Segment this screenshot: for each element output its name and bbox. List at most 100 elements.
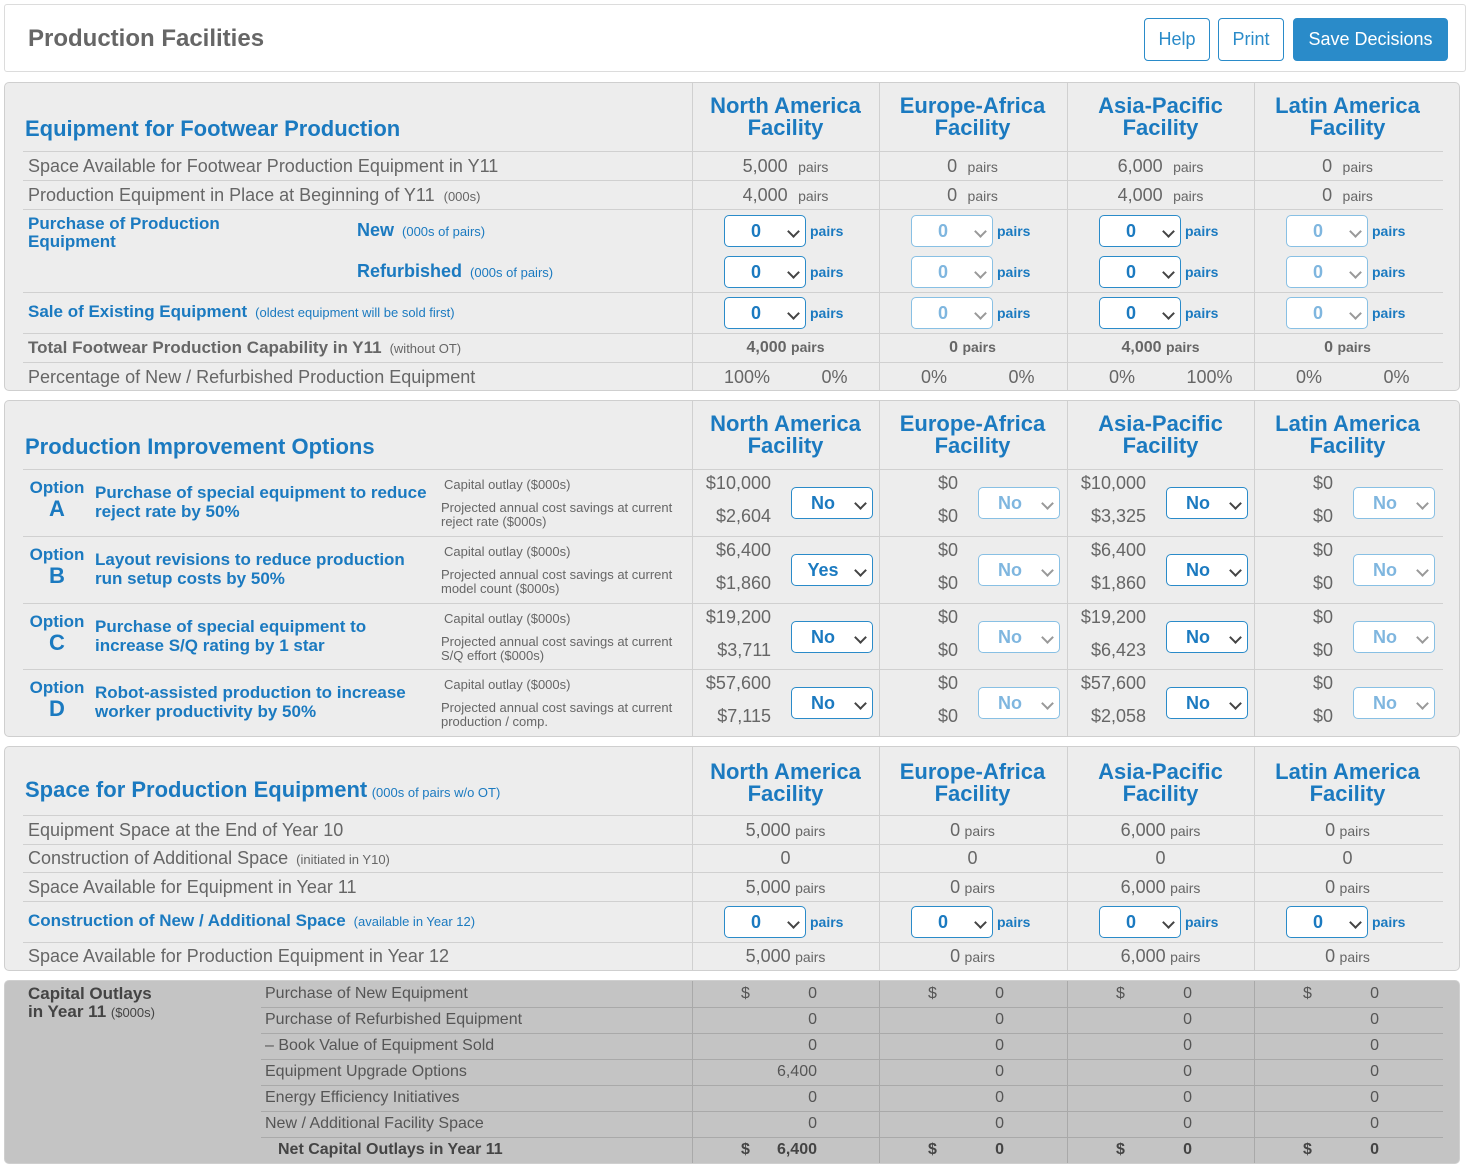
sale-equipment-select-ea[interactable]: 0 [911, 297, 993, 329]
facility-header-line2: Facility [1122, 115, 1199, 140]
facility-header-ea: Europe-Africa Facility [879, 761, 1066, 805]
option-d-select-na[interactable]: No [791, 687, 873, 719]
sale-label-note: (oldest equipment will be sold first) [255, 305, 455, 320]
option-letter: C [49, 630, 65, 655]
sale-equipment-select-ap[interactable]: 0 [1099, 297, 1181, 329]
capital-value-ap: $10,000 [1080, 473, 1146, 493]
facility-header-na: North America Facility [692, 761, 879, 805]
select-value: No [1186, 493, 1210, 513]
unit: pairs [1166, 339, 1200, 355]
capital-value-na: 0 [808, 1089, 817, 1106]
option-b-select-ea[interactable]: No [978, 554, 1060, 586]
option-c-select-la[interactable]: No [1353, 621, 1435, 653]
option-c-select-na[interactable]: No [791, 621, 873, 653]
value: 0 [1324, 339, 1333, 356]
new-equipment-select-ap[interactable]: 0 [1099, 215, 1181, 247]
option-c-select-ea[interactable]: No [978, 621, 1060, 653]
capital-title-note: ($000s) [110, 1005, 155, 1020]
sale-equipment-select-na[interactable]: 0 [724, 297, 806, 329]
option-word: Option [29, 678, 85, 697]
space-available-year11-na: 5,000 pairs [692, 877, 879, 898]
equipment-in-place-note: (000s) [443, 189, 481, 204]
total-capability-ea: 0 pairs [879, 339, 1066, 357]
pairs-suffix: pairs [1372, 223, 1406, 239]
select-value: 0 [1125, 221, 1136, 241]
facility-header-ea: Europe-Africa Facility [879, 95, 1066, 139]
capital-value-na: $57,600 [705, 673, 771, 693]
value: 5,000 [742, 156, 788, 176]
chevron-down-icon [1041, 497, 1054, 510]
unit: pairs [964, 823, 995, 839]
chevron-down-icon [1162, 266, 1175, 279]
sale-label-text: Sale of Existing Equipment [28, 302, 248, 321]
option-a-select-la[interactable]: No [1353, 487, 1435, 519]
net-capital-la: 0 [1370, 1141, 1379, 1158]
space-available-na: 5,000 pairs [692, 156, 879, 177]
sale-equipment-label: Sale of Existing Equipment (oldest equipm… [28, 302, 455, 322]
improvement-panel: Production Improvement Options North Ame… [4, 400, 1460, 737]
construction-new-select-la[interactable]: 0 [1286, 906, 1368, 938]
sale-equipment-select-la[interactable]: 0 [1286, 297, 1368, 329]
new-equipment-select-na[interactable]: 0 [724, 215, 806, 247]
option-b-select-ap[interactable]: No [1166, 554, 1248, 586]
construction-new-select-na[interactable]: 0 [724, 906, 806, 938]
capital-row-label: Purchase of Refurbished Equipment [265, 1011, 523, 1028]
pct-new-ea: 0% [920, 367, 947, 387]
equipment-in-place-ea: 0 pairs [879, 185, 1066, 206]
savings-value-la: $0 [1312, 573, 1333, 593]
capital-row-label: Energy Efficiency Initiatives [265, 1089, 460, 1106]
new-equipment-select-la[interactable]: 0 [1286, 215, 1368, 247]
improvement-section-title: Production Improvement Options [25, 434, 375, 459]
option-d-select-ap[interactable]: No [1166, 687, 1248, 719]
option-a-select-ap[interactable]: No [1166, 487, 1248, 519]
print-button[interactable]: Print [1218, 18, 1284, 61]
option-word: Option [29, 545, 85, 564]
value: 0 [950, 820, 961, 840]
select-value: No [811, 493, 835, 513]
facility-header-line2: Facility [1122, 781, 1199, 806]
option-c-select-ap[interactable]: No [1166, 621, 1248, 653]
option-b-select-la[interactable]: No [1353, 554, 1435, 586]
option-a-select-ea[interactable]: No [978, 487, 1060, 519]
construction-label-note: (initiated in Y10) [296, 852, 390, 867]
value: 5,000 [745, 946, 791, 966]
unit: pairs [791, 339, 825, 355]
refurbished-equipment-select-ea[interactable]: 0 [911, 256, 993, 288]
select-value: No [998, 560, 1022, 580]
refurbished-equipment-select-na[interactable]: 0 [724, 256, 806, 288]
option-b-description: Layout revisions to reduce production ru… [95, 550, 405, 588]
chevron-down-icon [1229, 631, 1242, 644]
chevron-down-icon [1416, 564, 1429, 577]
facility-header-ea: Europe-Africa Facility [879, 413, 1066, 457]
capital-row-label: – Book Value of Equipment Sold [265, 1037, 495, 1054]
option-b-select-na[interactable]: Yes [791, 554, 873, 586]
option-b-tag: Option B [23, 545, 91, 587]
construction-new-select-ap[interactable]: 0 [1099, 906, 1181, 938]
space-available-year12-la: 0 pairs [1254, 946, 1441, 967]
chevron-down-icon [787, 916, 800, 929]
facility-header-line2: Facility [934, 781, 1011, 806]
save-decisions-button[interactable]: Save Decisions [1293, 18, 1448, 61]
select-value: No [811, 627, 835, 647]
capital-value-na: $10,000 [705, 473, 771, 493]
refurbished-label-text: Refurbished [357, 261, 463, 281]
value: 4,000 [1117, 185, 1163, 205]
new-equipment-select-ea[interactable]: 0 [911, 215, 993, 247]
option-d-select-la[interactable]: No [1353, 687, 1435, 719]
refurbished-equipment-select-ap[interactable]: 0 [1099, 256, 1181, 288]
equipment-in-place-la: 0 pairs [1254, 185, 1441, 206]
refurbished-equipment-select-la[interactable]: 0 [1286, 256, 1368, 288]
capital-value-na: $19,200 [705, 607, 771, 627]
option-word: Option [29, 612, 85, 631]
pairs-suffix: pairs [997, 223, 1031, 239]
facility-header-line2: Facility [1309, 433, 1386, 458]
help-button[interactable]: Help [1144, 18, 1210, 61]
option-a-select-na[interactable]: No [791, 487, 873, 519]
option-d-select-ea[interactable]: No [978, 687, 1060, 719]
chevron-down-icon [1229, 697, 1242, 710]
space-end-year10-na: 5,000 pairs [692, 820, 879, 841]
construction-new-select-ea[interactable]: 0 [911, 906, 993, 938]
value: 4,000 [1121, 339, 1162, 356]
pairs-suffix: pairs [1372, 264, 1406, 280]
select-value: 0 [1125, 262, 1136, 282]
